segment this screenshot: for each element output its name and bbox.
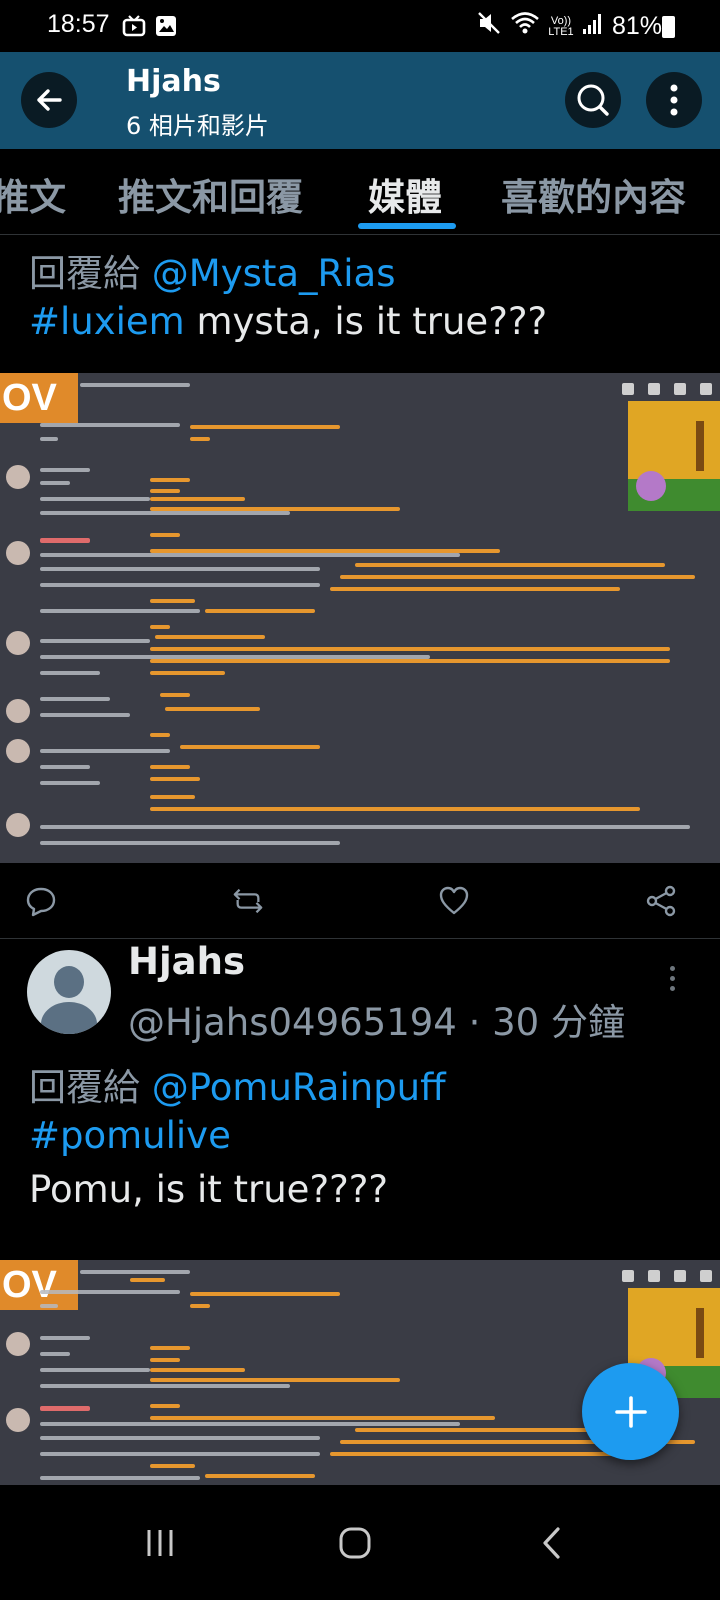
more-vertical-icon: [670, 84, 678, 116]
reply-prefix: 回覆給: [29, 1066, 140, 1109]
author-handle-and-time: @Hjahs04965194 · 30 分鐘: [128, 992, 625, 1046]
tweet-body: Pomu, is it true????: [29, 1168, 388, 1211]
retweet-button[interactable]: [232, 885, 264, 917]
tv-icon: [122, 14, 146, 42]
reply-mention-link[interactable]: @Mysta_Rias: [152, 252, 396, 295]
tweet-time: 30 分鐘: [492, 1001, 625, 1044]
game-thumbnail: [628, 401, 720, 511]
plus-icon: [614, 1395, 647, 1428]
chevron-left-icon: [543, 1527, 560, 1559]
volte-label: Vo)) LTE1: [548, 14, 574, 38]
home-icon: [339, 1527, 371, 1559]
media-badge: OV: [0, 1260, 78, 1310]
status-bar: 18:57 Vo)) LTE1 81%: [0, 0, 720, 52]
tweet-body: mysta, is it true???: [184, 300, 548, 343]
share-button[interactable]: [645, 885, 677, 917]
reply-mention-link[interactable]: @PomuRainpuff: [152, 1066, 446, 1109]
status-notification-icons: [122, 14, 178, 42]
status-time: 18:57: [47, 10, 110, 38]
tab-tweets-and-replies[interactable]: 推文和回覆: [118, 167, 303, 221]
tweet-text: #luxiem mysta, is it true???: [29, 300, 547, 343]
profile-name: Hjahs: [126, 64, 221, 99]
battery-icon: [662, 16, 675, 38]
media-count: 6 相片和影片: [126, 112, 269, 140]
avatar[interactable]: [27, 950, 111, 1034]
hashtag-link[interactable]: #pomulive: [29, 1114, 231, 1157]
author-name[interactable]: Hjahs: [128, 940, 245, 983]
tab-media[interactable]: 媒體: [368, 167, 442, 221]
media-toolbar-icons: [622, 383, 712, 395]
reply-context: 回覆給 @Mysta_Rias: [29, 243, 395, 297]
recent-apps-button[interactable]: [130, 1513, 190, 1573]
retweet-icon: [233, 888, 263, 914]
media-badge: OV: [0, 373, 78, 423]
mute-icon: [476, 10, 502, 43]
reply-icon: [26, 887, 56, 917]
tweet-more-icon[interactable]: [664, 966, 680, 996]
profile-header: Hjahs 6 相片和影片: [0, 52, 720, 149]
separator: ·: [456, 1001, 493, 1044]
more-options-button[interactable]: [646, 72, 702, 128]
author-handle[interactable]: @Hjahs04965194: [128, 1001, 457, 1044]
tweet-media-image[interactable]: OV: [0, 373, 720, 863]
back-nav-button[interactable]: [522, 1513, 582, 1573]
hashtag-line: #pomulive: [29, 1114, 231, 1157]
reply-prefix: 回覆給: [29, 252, 140, 295]
share-icon: [646, 885, 676, 917]
tab-tweets[interactable]: 推文: [0, 167, 66, 221]
reply-context: 回覆給 @PomuRainpuff: [29, 1057, 446, 1111]
signal-icon: [582, 11, 604, 42]
media-toolbar-icons: [622, 1270, 712, 1282]
tab-likes[interactable]: 喜歡的內容: [501, 167, 686, 221]
wifi-icon: [510, 10, 540, 43]
system-nav-bar: [0, 1485, 720, 1600]
heart-icon: [439, 886, 469, 915]
gallery-icon: [154, 14, 178, 42]
tweet-actions: [0, 863, 720, 939]
active-tab-indicator: [358, 223, 456, 229]
status-system-icons: Vo)) LTE1 81%: [476, 10, 662, 43]
recent-apps-icon: [147, 1530, 173, 1556]
reply-button[interactable]: [25, 885, 57, 917]
profile-tabs: 推文 推文和回覆 媒體 喜歡的內容: [0, 149, 720, 235]
search-button[interactable]: [565, 72, 621, 128]
hashtag-link[interactable]: #luxiem: [29, 300, 185, 343]
search-icon: [577, 84, 609, 116]
back-button[interactable]: [21, 72, 77, 128]
home-button[interactable]: [325, 1513, 385, 1573]
arrow-left-icon: [37, 89, 62, 111]
like-button[interactable]: [438, 885, 470, 917]
compose-tweet-button[interactable]: [582, 1363, 679, 1460]
battery-percent: 81%: [611, 12, 662, 40]
